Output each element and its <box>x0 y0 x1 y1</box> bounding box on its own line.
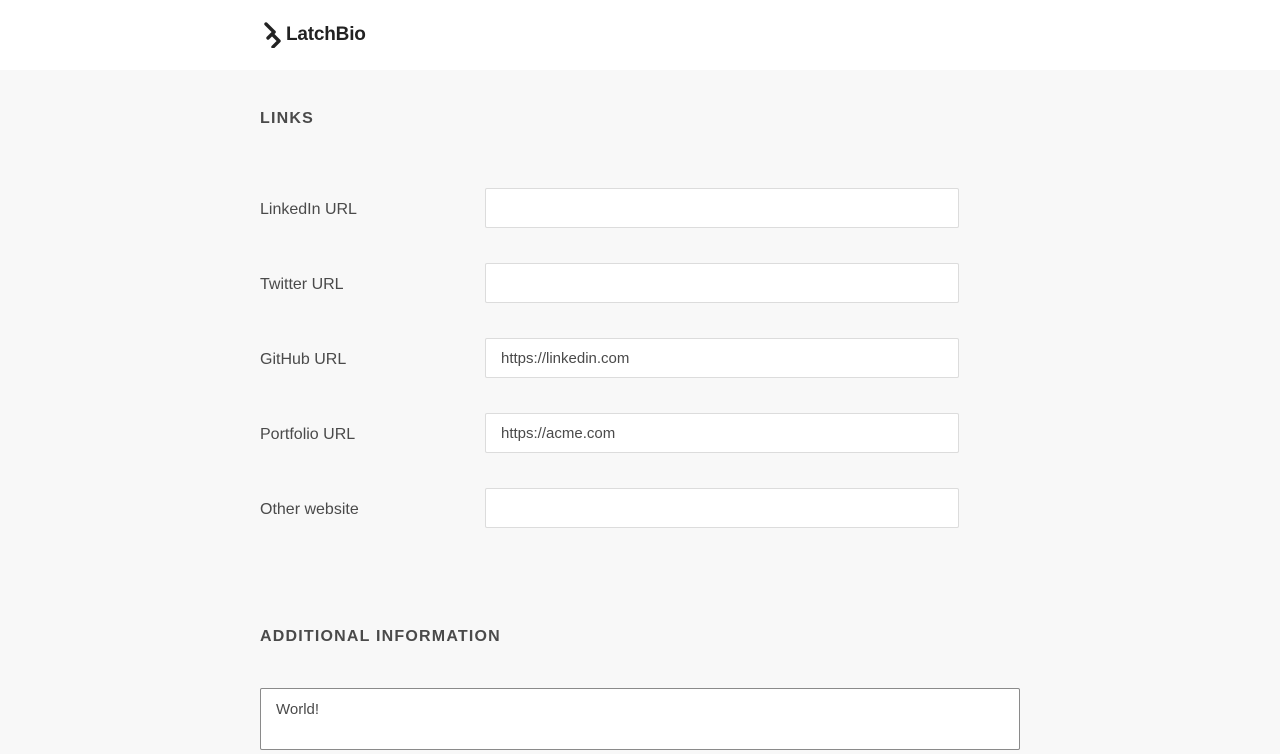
other-website-field[interactable] <box>485 488 959 528</box>
github-url-input[interactable] <box>486 339 958 377</box>
github-url-label: GitHub URL <box>260 351 347 368</box>
latchbio-logo-icon <box>264 22 281 48</box>
top-header: LatchBio <box>0 0 1280 70</box>
portfolio-url-label: Portfolio URL <box>260 426 356 443</box>
additional-information-title: ADDITIONAL INFORMATION <box>260 628 501 645</box>
additional-information-textarea[interactable]: World! <box>261 689 1019 749</box>
linkedin-url-field[interactable] <box>485 188 959 228</box>
portfolio-url-field[interactable] <box>485 413 959 453</box>
portfolio-url-input[interactable] <box>486 414 958 452</box>
other-website-label: Other website <box>260 501 359 518</box>
github-url-field[interactable] <box>485 338 959 378</box>
logo-text: LatchBio <box>286 24 366 45</box>
twitter-url-field[interactable] <box>485 263 959 303</box>
additional-information-field[interactable]: World! <box>260 688 1020 750</box>
other-website-input[interactable] <box>486 489 958 527</box>
links-section-title: LINKS <box>260 110 314 127</box>
linkedin-url-input[interactable] <box>486 189 958 227</box>
latchbio-logo[interactable]: LatchBio <box>264 22 366 48</box>
twitter-url-label: Twitter URL <box>260 276 344 293</box>
twitter-url-input[interactable] <box>486 264 958 302</box>
linkedin-url-label: LinkedIn URL <box>260 201 357 218</box>
